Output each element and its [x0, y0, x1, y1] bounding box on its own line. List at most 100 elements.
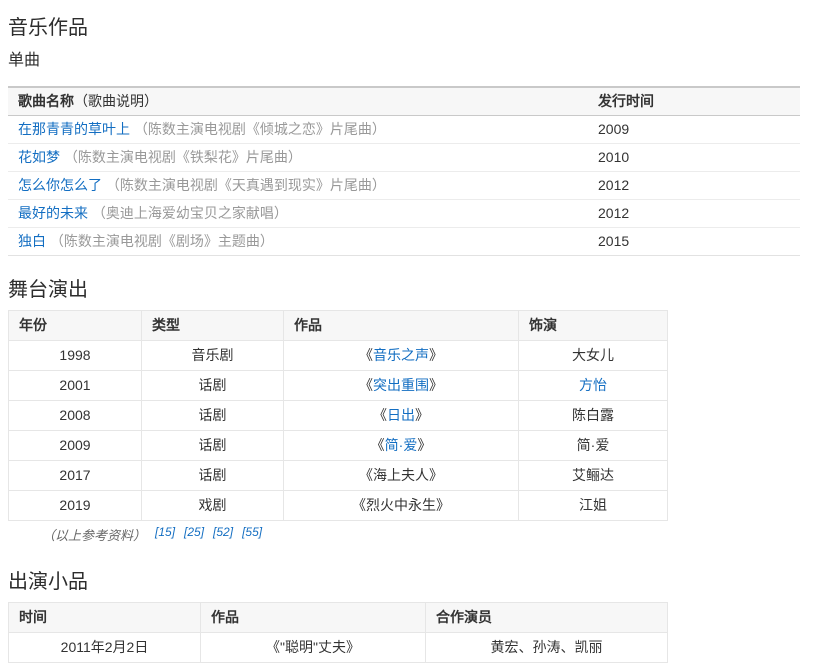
stage-work: 《海上夫人》: [284, 461, 519, 491]
work-link[interactable]: 音乐之声: [373, 347, 429, 363]
stage-year: 2001: [9, 371, 142, 401]
stage-work: 《音乐之声》: [284, 341, 519, 371]
table-row: 花如梦 （陈数主演电视剧《铁梨花》片尾曲）2010: [8, 144, 800, 172]
bracket-open: 《: [371, 437, 385, 453]
work-text: 《烈火中永生》: [352, 497, 450, 513]
table-row: 独白 （陈数主演电视剧《剧场》主题曲）2015: [8, 228, 800, 256]
bracket-open: 《: [359, 347, 373, 363]
stage-year: 2009: [9, 431, 142, 461]
table-row: 1998音乐剧《音乐之声》大女儿: [9, 341, 668, 371]
song-cell: 独白 （陈数主演电视剧《剧场》主题曲）: [8, 228, 588, 256]
release-year: 2012: [588, 172, 800, 200]
work-link[interactable]: 日出: [387, 407, 415, 423]
stage-type: 音乐剧: [142, 341, 284, 371]
singles-table: 歌曲名称（歌曲说明） 发行时间 在那青青的草叶上 （陈数主演电视剧《倾城之恋》片…: [8, 86, 800, 256]
role-link[interactable]: 方怡: [579, 377, 607, 393]
bracket-open: 《: [359, 377, 373, 393]
table-row: 2011年2月2日《"聪明"丈夫》黄宏、孙涛、凯丽: [9, 633, 668, 663]
section-title-music-works: 音乐作品: [8, 17, 806, 40]
song-cell: 在那青青的草叶上 （陈数主演电视剧《倾城之恋》片尾曲）: [8, 116, 588, 144]
stage-type: 话剧: [142, 431, 284, 461]
table-row: 在那青青的草叶上 （陈数主演电视剧《倾城之恋》片尾曲）2009: [8, 116, 800, 144]
song-link[interactable]: 在那青青的草叶上: [18, 121, 130, 137]
work-link[interactable]: 简·爱: [385, 437, 418, 453]
subsection-title-singles: 单曲: [8, 51, 806, 70]
song-note: （陈数主演电视剧《铁梨花》片尾曲）: [60, 149, 302, 165]
singles-header-release: 发行时间: [588, 87, 800, 116]
song-link[interactable]: 花如梦: [18, 149, 60, 165]
stage-work: 《突出重围》: [284, 371, 519, 401]
stage-role: 艾鲡达: [519, 461, 668, 491]
role-text: 简·爱: [577, 437, 610, 453]
sketch-time: 2011年2月2日: [9, 633, 201, 663]
stage-work: 《烈火中永生》: [284, 491, 519, 521]
singles-header-row: 歌曲名称（歌曲说明） 发行时间: [8, 87, 800, 116]
stage-year: 1998: [9, 341, 142, 371]
stage-year: 2008: [9, 401, 142, 431]
reference-link[interactable]: [25]: [184, 525, 204, 539]
table-row: 2001话剧《突出重围》方怡: [9, 371, 668, 401]
stage-work: 《日出》: [284, 401, 519, 431]
stage-year: 2019: [9, 491, 142, 521]
table-row: 怎么你怎么了 （陈数主演电视剧《天真遇到现实》片尾曲）2012: [8, 172, 800, 200]
bracket-open: 《: [373, 407, 387, 423]
stage-table: 年份类型作品饰演 1998音乐剧《音乐之声》大女儿2001话剧《突出重围》方怡2…: [8, 310, 668, 521]
song-note: （奥迪上海爱幼宝贝之家献唱）: [88, 205, 288, 221]
references-links: [15] [25] [52] [55]: [146, 528, 262, 543]
song-link[interactable]: 独白: [18, 233, 46, 249]
table-row: 最好的未来 （奥迪上海爱幼宝贝之家献唱）2012: [8, 200, 800, 228]
table-row: 2017话剧《海上夫人》艾鲡达: [9, 461, 668, 491]
work-text: 《海上夫人》: [359, 467, 443, 483]
singles-header-song-label: 歌曲名称: [18, 93, 74, 109]
song-cell: 怎么你怎么了 （陈数主演电视剧《天真遇到现实》片尾曲）: [8, 172, 588, 200]
stage-role: 方怡: [519, 371, 668, 401]
stage-header-0: 年份: [9, 311, 142, 341]
bracket-close: 》: [415, 407, 429, 423]
table-row: 2019戏剧 《烈火中永生》 江姐: [9, 491, 668, 521]
sketch-work: 《"聪明"丈夫》: [201, 633, 426, 663]
stage-year: 2017: [9, 461, 142, 491]
role-text: 大女儿: [572, 347, 614, 363]
stage-type: 话剧: [142, 401, 284, 431]
stage-header-2: 作品: [284, 311, 519, 341]
song-link[interactable]: 怎么你怎么了: [18, 177, 102, 193]
sketch-header-1: 作品: [201, 603, 426, 633]
song-note: （陈数主演电视剧《倾城之恋》片尾曲）: [130, 121, 386, 137]
stage-type: 戏剧: [142, 491, 284, 521]
stage-header-row: 年份类型作品饰演: [9, 311, 668, 341]
references-line: （以上参考资料）[15][25][52][55]: [42, 528, 806, 544]
release-year: 2012: [588, 200, 800, 228]
stage-role: 简·爱: [519, 431, 668, 461]
stage-role: 陈白露: [519, 401, 668, 431]
table-row: 2008话剧《日出》陈白露: [9, 401, 668, 431]
section-title-sketch: 出演小品: [8, 571, 806, 594]
reference-link[interactable]: [55]: [242, 525, 262, 539]
sketch-header-2: 合作演员: [426, 603, 668, 633]
song-cell: 最好的未来 （奥迪上海爱幼宝贝之家献唱）: [8, 200, 588, 228]
song-note: （陈数主演电视剧《剧场》主题曲）: [46, 233, 274, 249]
bracket-close: 》: [417, 437, 431, 453]
role-text: 艾鲡达: [572, 467, 614, 483]
role-text: 陈白露: [572, 407, 614, 423]
sketch-actors: 黄宏、孙涛、凯丽: [426, 633, 668, 663]
release-year: 2009: [588, 116, 800, 144]
bracket-close: 》: [429, 377, 443, 393]
stage-work: 《简·爱》: [284, 431, 519, 461]
sketch-header-row: 时间作品合作演员: [9, 603, 668, 633]
sketch-header-0: 时间: [9, 603, 201, 633]
role-text: 江姐: [579, 497, 607, 513]
section-title-stage: 舞台演出: [8, 279, 806, 302]
song-cell: 花如梦 （陈数主演电视剧《铁梨花》片尾曲）: [8, 144, 588, 172]
work-link[interactable]: 突出重围: [373, 377, 429, 393]
stage-header-1: 类型: [142, 311, 284, 341]
song-link[interactable]: 最好的未来: [18, 205, 88, 221]
stage-role: 大女儿: [519, 341, 668, 371]
reference-link[interactable]: [52]: [213, 525, 233, 539]
bracket-close: 》: [429, 347, 443, 363]
stage-header-3: 饰演: [519, 311, 668, 341]
sketch-table: 时间作品合作演员 2011年2月2日《"聪明"丈夫》黄宏、孙涛、凯丽: [8, 602, 668, 663]
singles-header-song-note: （歌曲说明）: [74, 93, 158, 109]
stage-role: 江姐: [519, 491, 668, 521]
stage-type: 话剧: [142, 371, 284, 401]
reference-link[interactable]: [15]: [155, 525, 175, 539]
